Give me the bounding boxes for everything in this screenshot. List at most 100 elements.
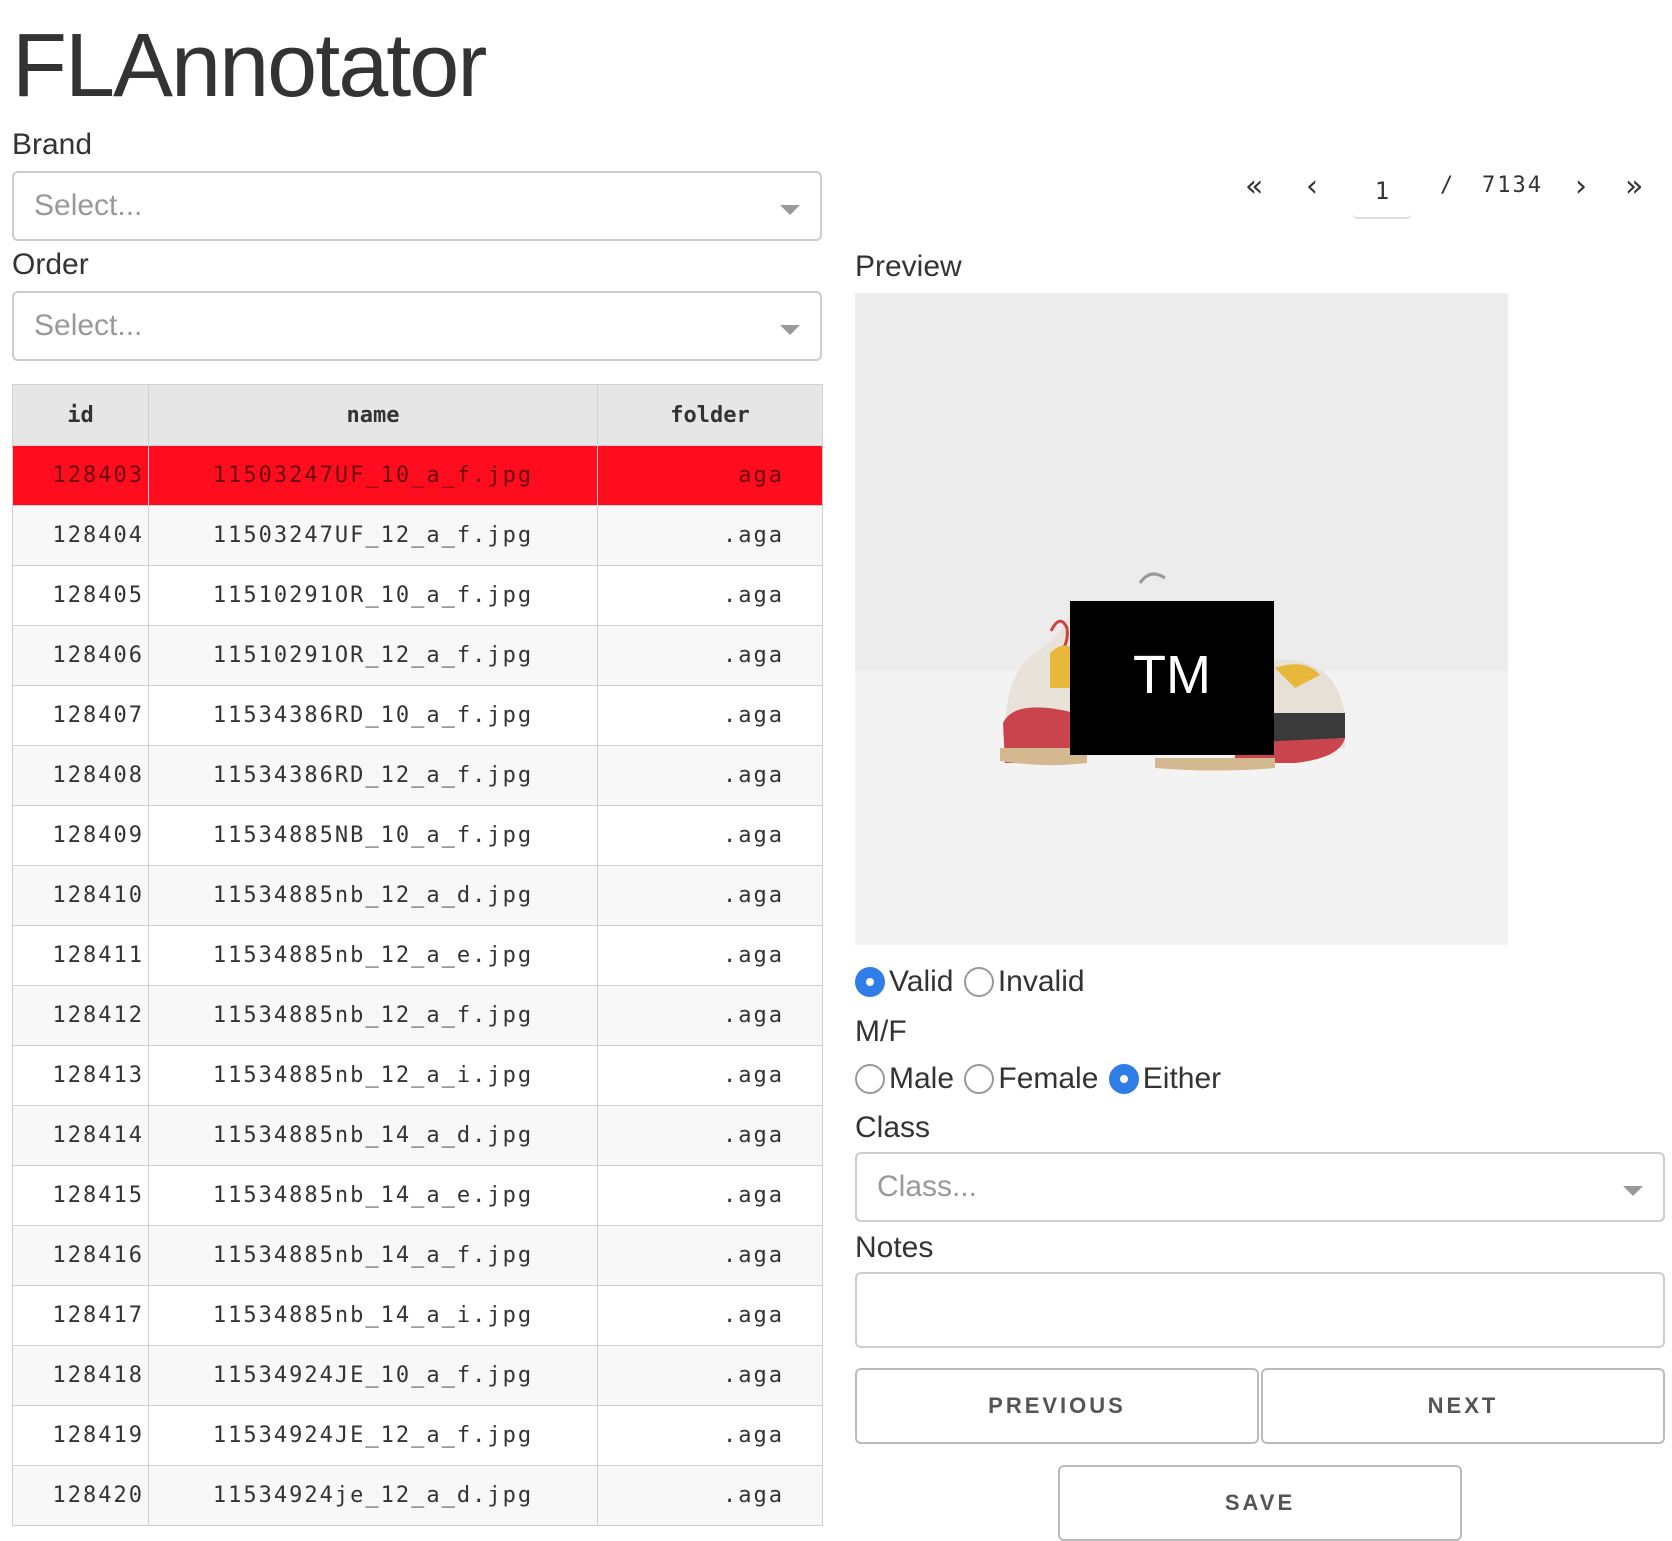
- last-page-button[interactable]: »: [1625, 165, 1643, 209]
- double-chevron-right-icon: »: [1625, 169, 1644, 204]
- table-row[interactable]: 128409 11534885NB_10_a_f.jpg .aga: [12, 805, 823, 866]
- cell-name: 11534885nb_12_a_d.jpg: [148, 865, 598, 926]
- cell-id: 128413: [12, 1045, 149, 1106]
- female-option[interactable]: Female: [964, 1062, 1098, 1096]
- next-button[interactable]: NEXT: [1261, 1368, 1665, 1444]
- cell-id: 128408: [12, 745, 149, 806]
- table-row[interactable]: 128413 11534885nb_12_a_i.jpg .aga: [12, 1045, 823, 1106]
- cell-id: 128409: [12, 805, 149, 866]
- cell-name: 11534885nb_12_a_f.jpg: [148, 985, 598, 1046]
- total-pages: 7134: [1482, 173, 1543, 198]
- order-select[interactable]: Select...: [12, 291, 822, 361]
- male-label: Male: [889, 1062, 955, 1095]
- table-row[interactable]: 128412 11534885nb_12_a_f.jpg .aga: [12, 985, 823, 1046]
- cell-name: 11534885nb_14_a_i.jpg: [148, 1285, 598, 1346]
- column-header-name[interactable]: name: [148, 384, 598, 446]
- table-row[interactable]: 128420 11534924je_12_a_d.jpg .aga: [12, 1465, 823, 1526]
- gender-label: M/F: [855, 1015, 907, 1048]
- table-row[interactable]: 128410 11534885nb_12_a_d.jpg .aga: [12, 865, 823, 926]
- page-separator: /: [1440, 173, 1456, 198]
- invalid-radio[interactable]: [963, 967, 994, 997]
- table-row[interactable]: 128417 11534885nb_14_a_i.jpg .aga: [12, 1285, 823, 1346]
- table-row[interactable]: 128407 11534386RD_10_a_f.jpg .aga: [12, 685, 823, 746]
- table-row[interactable]: 128414 11534885nb_14_a_d.jpg .aga: [12, 1105, 823, 1166]
- brand-select-placeholder: Select...: [34, 189, 143, 222]
- brand-label: Brand: [12, 128, 93, 161]
- cell-id: 128414: [12, 1105, 149, 1166]
- logo-text: TM: [1133, 645, 1211, 705]
- cell-name: 11534885nb_14_a_e.jpg: [148, 1165, 598, 1226]
- table-row[interactable]: 128418 11534924JE_10_a_f.jpg .aga: [12, 1345, 823, 1406]
- column-header-folder[interactable]: folder: [597, 384, 823, 446]
- cell-name: 11534924je_12_a_d.jpg: [148, 1465, 598, 1526]
- male-option[interactable]: Male: [855, 1062, 954, 1096]
- cell-id: 128412: [12, 985, 149, 1046]
- cell-name: 11503247UF_10_a_f.jpg: [148, 445, 598, 506]
- cell-id: 128416: [12, 1225, 149, 1286]
- cell-name: 11534924JE_12_a_f.jpg: [148, 1405, 598, 1466]
- table-row[interactable]: 128405 11510291OR_10_a_f.jpg .aga: [12, 565, 823, 626]
- cell-folder: .aga: [597, 1405, 823, 1466]
- cell-folder: .aga: [597, 1105, 823, 1166]
- cell-id: 128411: [12, 925, 149, 986]
- female-radio[interactable]: [964, 1064, 995, 1094]
- preview-label: Preview: [855, 250, 962, 283]
- table-row[interactable]: 128406 11510291OR_12_a_f.jpg .aga: [12, 625, 823, 686]
- page-number-input[interactable]: [1352, 165, 1412, 219]
- cell-folder: .aga: [597, 1345, 823, 1406]
- next-page-button[interactable]: ›: [1575, 165, 1587, 209]
- female-label: Female: [998, 1062, 1099, 1095]
- cell-folder: .aga: [597, 985, 823, 1046]
- cell-id: 128419: [12, 1405, 149, 1466]
- pagination: « ‹ / 7134 › »: [1240, 165, 1660, 219]
- cell-folder: .aga: [597, 1225, 823, 1286]
- cell-folder: .aga: [597, 625, 823, 686]
- previous-page-button[interactable]: ‹: [1306, 165, 1318, 209]
- invalid-option[interactable]: Invalid: [963, 965, 1085, 999]
- first-page-button[interactable]: «: [1245, 165, 1263, 209]
- cell-folder: .aga: [597, 925, 823, 986]
- app-title: FLAnnotator: [12, 16, 487, 116]
- notes-input[interactable]: [855, 1272, 1665, 1348]
- cell-name: 11510291OR_12_a_f.jpg: [148, 625, 598, 686]
- table-row[interactable]: 128404 11503247UF_12_a_f.jpg .aga: [12, 505, 823, 566]
- gender-radio-group: Male Female Either: [855, 1062, 1223, 1102]
- order-select-placeholder: Select...: [34, 309, 143, 342]
- cell-id: 128403: [12, 445, 149, 506]
- cell-name: 11534885NB_10_a_f.jpg: [148, 805, 598, 866]
- either-label: Either: [1142, 1062, 1222, 1095]
- valid-option[interactable]: Valid: [855, 965, 953, 999]
- valid-radio[interactable]: [855, 967, 885, 997]
- table-row[interactable]: 128411 11534885nb_12_a_e.jpg .aga: [12, 925, 823, 986]
- validity-radio-group: Valid Invalid: [855, 965, 1087, 1005]
- cell-id: 128405: [12, 565, 149, 626]
- either-radio[interactable]: [1108, 1064, 1139, 1094]
- previous-button[interactable]: PREVIOUS: [855, 1368, 1259, 1444]
- brand-select[interactable]: Select...: [12, 171, 822, 241]
- table-row[interactable]: 128415 11534885nb_14_a_e.jpg .aga: [12, 1165, 823, 1226]
- invalid-label: Invalid: [997, 965, 1085, 998]
- cell-folder: .aga: [597, 1465, 823, 1526]
- cell-folder: .aga: [597, 1165, 823, 1226]
- either-option[interactable]: Either: [1108, 1062, 1222, 1096]
- save-button[interactable]: SAVE: [1058, 1465, 1462, 1541]
- cell-name: 11534924JE_10_a_f.jpg: [148, 1345, 598, 1406]
- table-row[interactable]: 128408 11534386RD_12_a_f.jpg .aga: [12, 745, 823, 806]
- cell-folder: .aga: [597, 805, 823, 866]
- order-label: Order: [12, 248, 89, 281]
- cell-folder: .aga: [597, 565, 823, 626]
- cell-id: 128418: [12, 1345, 149, 1406]
- class-select[interactable]: Class...: [855, 1152, 1665, 1222]
- class-select-placeholder: Class...: [877, 1170, 978, 1203]
- table-header-row: id name folder: [12, 384, 823, 446]
- table-row[interactable]: 128403 11503247UF_10_a_f.jpg aga: [12, 445, 823, 506]
- cell-name: 11534885nb_14_a_f.jpg: [148, 1225, 598, 1286]
- cell-folder: .aga: [597, 685, 823, 746]
- cell-folder: .aga: [597, 865, 823, 926]
- column-header-id[interactable]: id: [12, 384, 149, 446]
- male-radio[interactable]: [855, 1064, 885, 1094]
- table-body: 128403 11503247UF_10_a_f.jpg aga 128404 1150…: [12, 445, 823, 1526]
- table-row[interactable]: 128416 11534885nb_14_a_f.jpg .aga: [12, 1225, 823, 1286]
- table-row[interactable]: 128419 11534924JE_12_a_f.jpg .aga: [12, 1405, 823, 1466]
- sneaker-image: TM: [855, 293, 1508, 945]
